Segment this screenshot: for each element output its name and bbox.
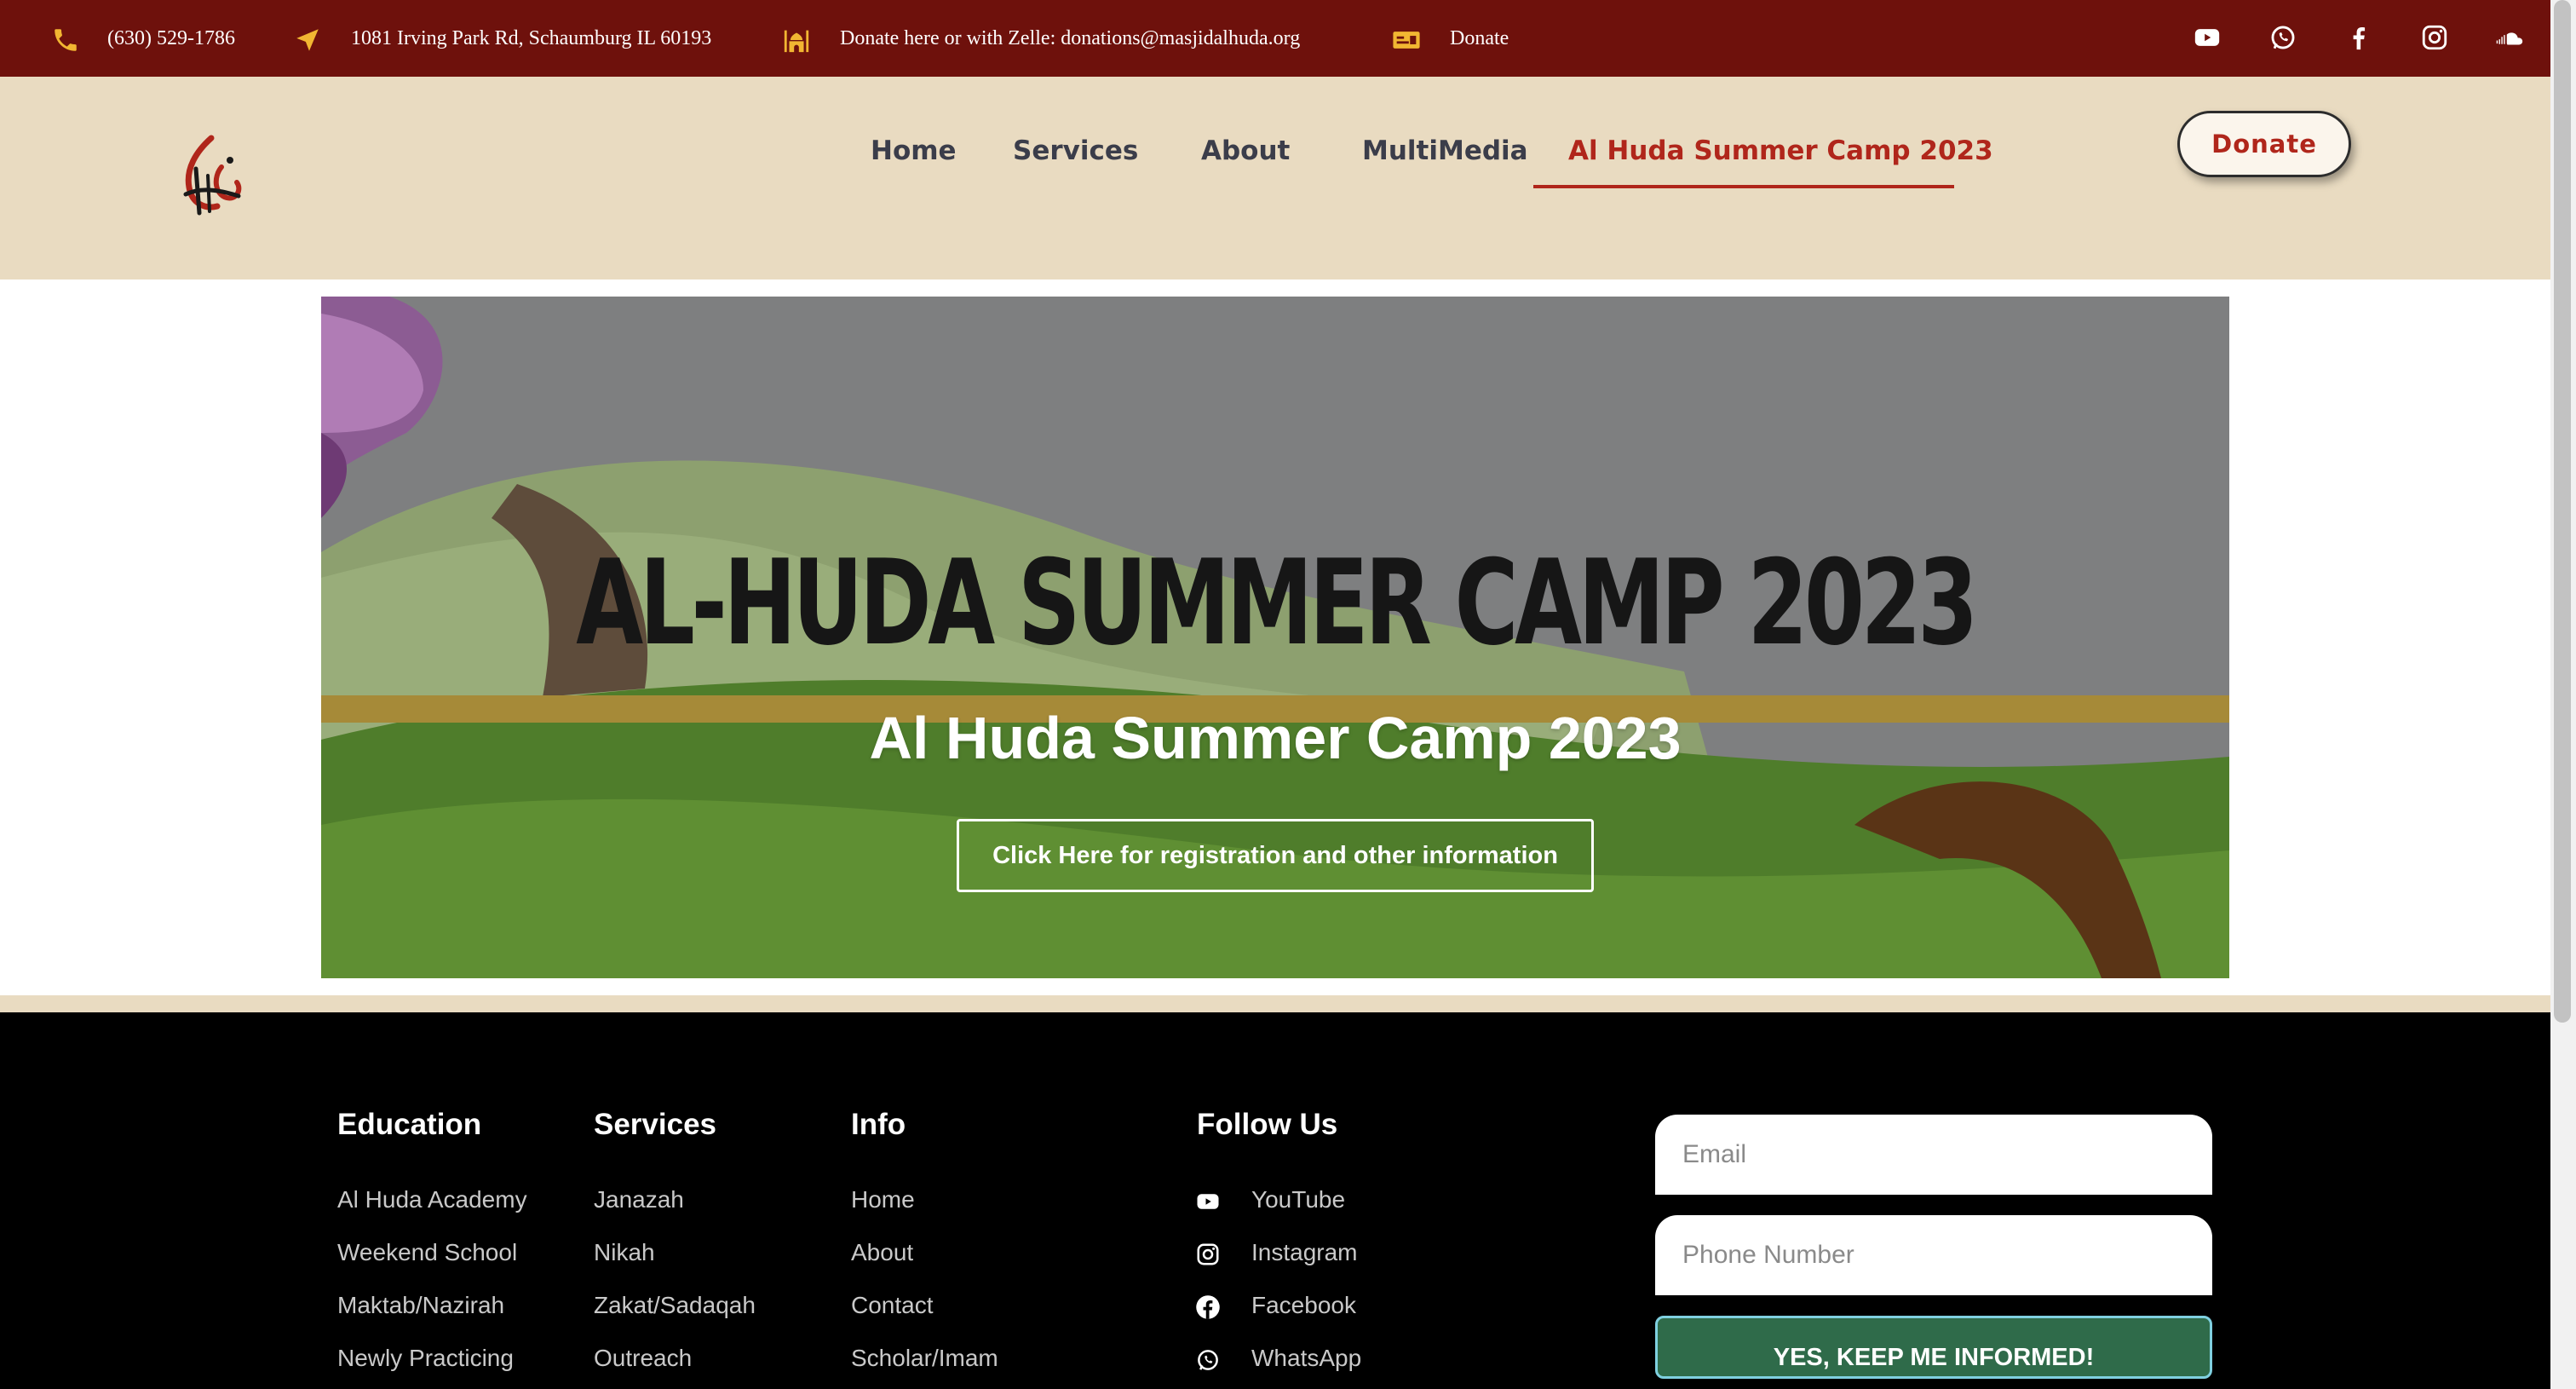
site-footer: Education Al Huda Academy Weekend School… bbox=[0, 1012, 2550, 1389]
nav-services[interactable]: Services bbox=[1013, 130, 1138, 172]
hero-banner-text: AL-HUDA SUMMER CAMP 2023 bbox=[576, 534, 1978, 671]
money-check-icon bbox=[1392, 26, 1421, 55]
keep-me-informed-button[interactable]: YES, KEEP ME INFORMED! bbox=[1655, 1316, 2212, 1379]
footer-follow-heading: Follow Us bbox=[1197, 1108, 1338, 1141]
site-header: Home Services About MultiMedia Al Huda S… bbox=[0, 77, 2550, 280]
footer-link-newly-practicing[interactable]: Newly Practicing bbox=[337, 1345, 514, 1372]
nav-summer-camp[interactable]: Al Huda Summer Camp 2023 bbox=[1568, 130, 1993, 172]
footer-link-weekend-school[interactable]: Weekend School bbox=[337, 1239, 517, 1266]
footer-divider-strip bbox=[0, 995, 2550, 1012]
nav-multimedia[interactable]: MultiMedia bbox=[1362, 130, 1528, 172]
phone-number[interactable]: (630) 529-1786 bbox=[107, 0, 235, 77]
email-field[interactable]: Email bbox=[1655, 1115, 2212, 1195]
footer-link-youtube[interactable]: YouTube bbox=[1251, 1186, 1345, 1213]
footer-link-al-huda-academy[interactable]: Al Huda Academy bbox=[337, 1186, 527, 1213]
footer-link-instagram[interactable]: Instagram bbox=[1251, 1239, 1358, 1266]
nav-home[interactable]: Home bbox=[871, 130, 957, 172]
phone-number-field[interactable]: Phone Number bbox=[1655, 1215, 2212, 1295]
whatsapp-icon[interactable] bbox=[2268, 23, 2297, 52]
youtube-icon bbox=[1195, 1189, 1221, 1214]
donate-link[interactable]: Donate bbox=[1450, 0, 1509, 77]
scrollbar-thumb[interactable] bbox=[2554, 0, 2571, 1023]
footer-link-whatsapp[interactable]: WhatsApp bbox=[1251, 1345, 1361, 1372]
hero-title: Al Huda Summer Camp 2023 bbox=[869, 705, 1682, 771]
footer-link-nikah[interactable]: Nikah bbox=[594, 1239, 655, 1266]
active-nav-underline bbox=[1533, 185, 1954, 188]
footer-link-outreach[interactable]: Outreach bbox=[594, 1345, 692, 1372]
instagram-icon bbox=[1195, 1242, 1221, 1267]
footer-link-contact[interactable]: Contact bbox=[851, 1292, 934, 1319]
instagram-icon[interactable] bbox=[2420, 23, 2449, 52]
masjid-logo[interactable] bbox=[170, 135, 247, 220]
soundcloud-icon[interactable] bbox=[2496, 23, 2525, 52]
hero-section: AL-HUDA SUMMER CAMP 2023 Al Huda Summer … bbox=[321, 297, 2229, 978]
facebook-icon bbox=[1195, 1294, 1221, 1320]
footer-education-heading: Education bbox=[337, 1108, 482, 1141]
registration-button[interactable]: Click Here for registration and other in… bbox=[957, 819, 1594, 892]
footer-info-heading: Info bbox=[851, 1108, 906, 1141]
footer-link-maktab-nazirah[interactable]: Maktab/Nazirah bbox=[337, 1292, 504, 1319]
top-info-bar: (630) 529-1786 1081 Irving Park Rd, Scha… bbox=[0, 0, 2550, 77]
phone-icon bbox=[51, 26, 80, 55]
footer-link-about[interactable]: About bbox=[851, 1239, 913, 1266]
youtube-icon[interactable] bbox=[2193, 23, 2222, 52]
footer-link-home[interactable]: Home bbox=[851, 1186, 915, 1213]
facebook-icon[interactable] bbox=[2344, 23, 2373, 52]
footer-link-facebook[interactable]: Facebook bbox=[1251, 1292, 1356, 1319]
mosque-icon bbox=[782, 26, 811, 55]
footer-link-zakat-sadaqah[interactable]: Zakat/Sadaqah bbox=[594, 1292, 756, 1319]
address[interactable]: 1081 Irving Park Rd, Schaumburg IL 60193 bbox=[351, 0, 711, 77]
footer-services-heading: Services bbox=[594, 1108, 717, 1141]
footer-link-janazah[interactable]: Janazah bbox=[594, 1186, 684, 1213]
header-donate-button[interactable]: Donate bbox=[2177, 111, 2351, 177]
whatsapp-icon bbox=[1195, 1347, 1221, 1373]
donate-info[interactable]: Donate here or with Zelle: donations@mas… bbox=[840, 0, 1300, 77]
footer-link-scholar-imam[interactable]: Scholar/Imam bbox=[851, 1345, 998, 1372]
nav-about[interactable]: About bbox=[1201, 130, 1290, 172]
location-arrow-icon bbox=[293, 26, 322, 55]
